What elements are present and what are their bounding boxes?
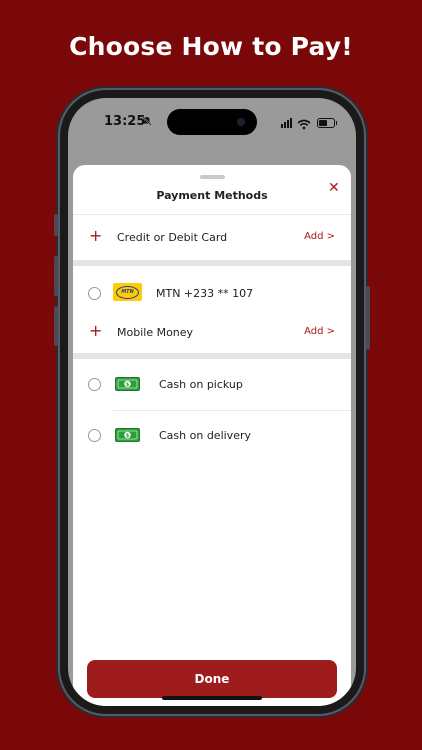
mtn-number-label: MTN +233 ** 107 bbox=[156, 287, 254, 300]
done-button[interactable]: Done bbox=[87, 660, 337, 698]
volume-down-button bbox=[54, 306, 58, 346]
plus-icon: + bbox=[89, 321, 103, 340]
sheet-title: Payment Methods bbox=[156, 189, 268, 202]
cash-pickup-radio[interactable] bbox=[88, 378, 101, 391]
home-indicator[interactable] bbox=[162, 696, 262, 700]
signal-icon bbox=[281, 118, 292, 128]
mobile-money-label: Mobile Money bbox=[117, 326, 194, 339]
header-divider bbox=[73, 214, 351, 215]
card-row-label: Credit or Debit Card bbox=[117, 231, 228, 244]
add-card-button[interactable]: Add > bbox=[304, 231, 335, 242]
cash-delivery-radio[interactable] bbox=[88, 429, 101, 442]
mtn-radio[interactable] bbox=[88, 287, 101, 300]
cash-pickup-row[interactable]: $ Cash on pickup bbox=[73, 370, 351, 400]
headline: Choose How to Pay! bbox=[69, 32, 353, 61]
sheet-grabber[interactable] bbox=[200, 175, 225, 179]
section-separator bbox=[73, 260, 351, 266]
payment-methods-sheet: Payment Methods ✕ + Credit or Debit Card… bbox=[73, 165, 351, 706]
status-bar: 13:25 bbox=[68, 98, 356, 148]
wifi-icon bbox=[297, 115, 311, 134]
add-card-row[interactable]: + Credit or Debit Card Add > bbox=[73, 222, 351, 252]
phone-screen: 13:25 Payment Methods ✕ + Credit or Debi… bbox=[68, 98, 356, 706]
svg-text:$: $ bbox=[126, 382, 130, 388]
power-button bbox=[366, 286, 370, 350]
volume-up-button bbox=[54, 256, 58, 296]
cash-delivery-row[interactable]: $ Cash on delivery bbox=[73, 421, 351, 451]
cash-icon: $ bbox=[115, 376, 140, 391]
mtn-payment-row[interactable]: MTN MTN +233 ** 107 bbox=[73, 279, 351, 309]
dynamic-island bbox=[167, 109, 257, 135]
cash-icon: $ bbox=[115, 427, 140, 442]
add-mobile-money-row[interactable]: + Mobile Money Add > bbox=[73, 317, 351, 347]
action-button bbox=[54, 214, 58, 236]
add-mobile-money-button[interactable]: Add > bbox=[304, 326, 335, 337]
camera-icon bbox=[237, 118, 245, 126]
plus-icon: + bbox=[89, 226, 103, 245]
section-separator bbox=[73, 353, 351, 359]
svg-text:$: $ bbox=[126, 433, 130, 439]
phone-frame: 13:25 Payment Methods ✕ + Credit or Debi… bbox=[54, 90, 370, 714]
battery-icon bbox=[317, 118, 337, 128]
close-icon[interactable]: ✕ bbox=[328, 180, 340, 196]
mtn-logo-text: MTN bbox=[121, 289, 134, 295]
mtn-logo-icon: MTN bbox=[113, 283, 142, 301]
status-time: 13:25 bbox=[104, 114, 146, 129]
cash-pickup-label: Cash on pickup bbox=[159, 378, 243, 391]
silent-bell-icon bbox=[142, 116, 152, 129]
row-divider bbox=[113, 410, 351, 411]
cash-delivery-label: Cash on delivery bbox=[159, 429, 251, 442]
